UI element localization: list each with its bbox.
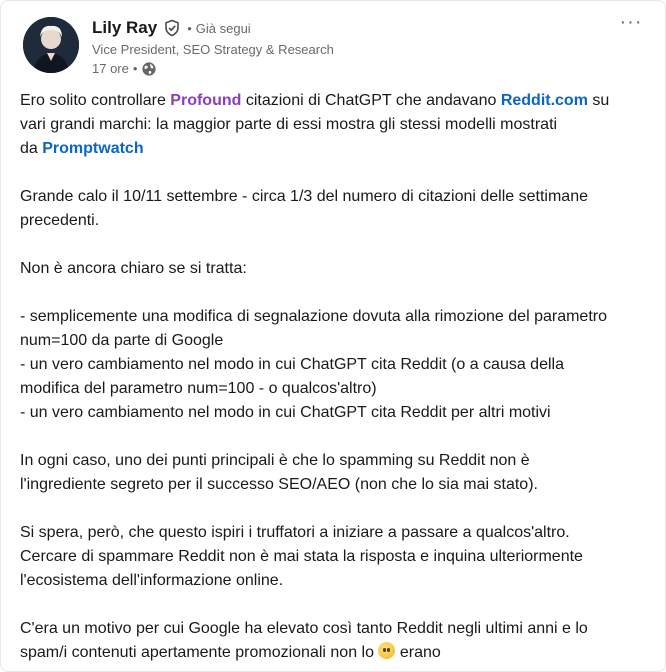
mention-promptwatch[interactable]: Promptwatch bbox=[42, 140, 143, 157]
text: precedenti. bbox=[20, 212, 100, 229]
post-body: Ero solito controllare Profound citazion… bbox=[20, 89, 645, 665]
post-header: Lily Ray • Già segui Vice President, SEO… bbox=[23, 12, 649, 78]
text: vari grandi marchi: la maggior parte di … bbox=[20, 116, 558, 133]
text: l'ingrediente segreto per il successo SE… bbox=[20, 476, 538, 493]
follow-status[interactable]: Già segui bbox=[196, 21, 251, 36]
bullet-list: - semplicemente una modifica di segnalaz… bbox=[20, 305, 645, 425]
text: Si spera, però, che questo ispiri i truf… bbox=[20, 524, 570, 541]
text: Ero solito controllare bbox=[20, 92, 171, 109]
paragraph-intro: Ero solito controllare Profound citazion… bbox=[20, 89, 645, 161]
avatar-image bbox=[23, 17, 79, 73]
list-item: modifica del parametro num=100 - o qualc… bbox=[20, 380, 377, 397]
paragraph-hope: Si spera, però, che questo ispiri i truf… bbox=[20, 521, 645, 593]
text: Grande calo il 10/11 settembre - circa 1… bbox=[20, 188, 588, 205]
author-name[interactable]: Lily Ray bbox=[92, 18, 157, 38]
paragraph-unclear: Non è ancora chiaro se si tratta: bbox=[20, 260, 247, 277]
mention-profound[interactable]: Profound bbox=[170, 92, 241, 109]
post-time-row: 17 ore • bbox=[92, 60, 334, 78]
paragraph-takeaway: In ogni caso, uno dei punti principali è… bbox=[20, 449, 645, 497]
link-reddit[interactable]: Reddit.com bbox=[501, 92, 588, 109]
post-card: Lily Ray • Già segui Vice President, SEO… bbox=[0, 0, 666, 672]
text: l'ecosistema dell'informazione online. bbox=[20, 572, 284, 589]
text: citazioni di ChatGPT che andavano bbox=[241, 92, 501, 109]
text: da bbox=[20, 140, 43, 157]
separator-dot: • bbox=[132, 61, 138, 76]
list-item: num=100 da parte di Google bbox=[20, 332, 224, 349]
avatar[interactable] bbox=[23, 17, 79, 73]
author-meta: Lily Ray • Già segui Vice President, SEO… bbox=[92, 17, 334, 78]
more-options-icon[interactable]: ··· bbox=[617, 12, 645, 39]
post-timestamp[interactable]: 17 ore bbox=[92, 60, 129, 78]
separator-dot: • bbox=[187, 20, 192, 36]
text: erano bbox=[395, 644, 441, 661]
globe-icon bbox=[141, 61, 157, 77]
text: In ogni caso, uno dei punti principali è… bbox=[20, 452, 530, 469]
verified-shield-icon bbox=[163, 19, 181, 37]
text: su bbox=[587, 92, 610, 109]
sweat-smile-emoji-icon bbox=[378, 642, 396, 659]
text: Cercare di spammare Reddit non è mai sta… bbox=[20, 548, 583, 565]
list-item: - semplicemente una modifica di segnalaz… bbox=[20, 308, 607, 325]
paragraph-drop: Grande calo il 10/11 settembre - circa 1… bbox=[20, 185, 645, 233]
paragraph-reason: C'era un motivo per cui Google ha elevat… bbox=[20, 617, 645, 665]
list-item: - un vero cambiamento nel modo in cui Ch… bbox=[20, 356, 564, 373]
text: C'era un motivo per cui Google ha elevat… bbox=[20, 620, 588, 637]
text: spam/i contenuti apertamente promozional… bbox=[20, 644, 379, 661]
list-item: - un vero cambiamento nel modo in cui Ch… bbox=[20, 404, 551, 421]
author-headline: Vice President, SEO Strategy & Research bbox=[92, 42, 334, 57]
